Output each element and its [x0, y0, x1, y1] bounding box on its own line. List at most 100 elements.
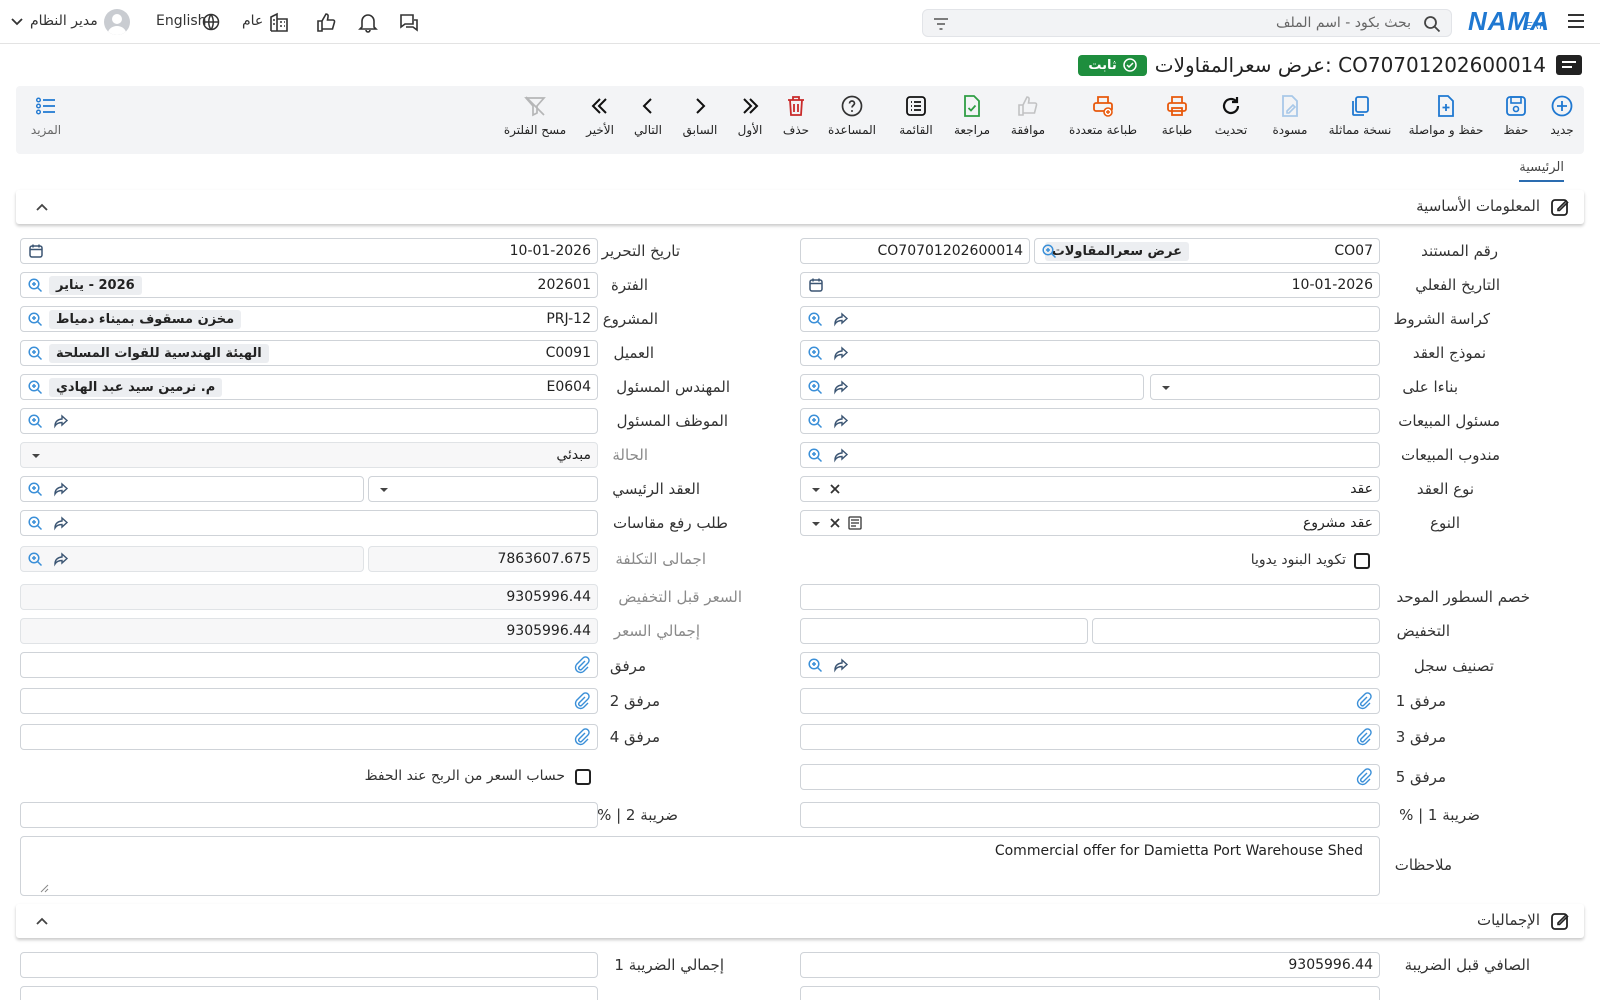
caret-down-icon[interactable] — [811, 519, 821, 529]
calendar-icon[interactable] — [808, 277, 824, 293]
contract-type-select[interactable]: عقد — [800, 476, 1380, 502]
period-field[interactable]: 202601 2026 - يناير — [20, 272, 598, 298]
help-button[interactable]: المساعدة — [822, 94, 882, 146]
previous-button[interactable]: السابق — [678, 94, 722, 146]
new-button[interactable]: جديد — [1542, 94, 1582, 146]
discount-amount-field[interactable] — [800, 618, 1088, 644]
record-class-field[interactable] — [800, 652, 1380, 678]
share-arrow-icon[interactable] — [833, 447, 849, 463]
paperclip-icon[interactable] — [573, 692, 591, 710]
actual-date-field[interactable]: 10-01-2026 — [800, 272, 1380, 298]
filter-icon[interactable] — [933, 16, 949, 32]
attachment3-field[interactable] — [800, 724, 1380, 750]
last-button[interactable]: الأخير — [580, 94, 620, 146]
tax2-field[interactable] — [20, 802, 598, 828]
measurements-request-field[interactable] — [20, 510, 598, 536]
search-plus-icon[interactable] — [807, 447, 823, 463]
menu-icon[interactable] — [1566, 11, 1586, 31]
avatar[interactable] — [104, 9, 130, 35]
search-plus-icon[interactable] — [27, 413, 43, 429]
search-plus-icon[interactable] — [807, 657, 823, 673]
main-contract-field[interactable] — [20, 476, 364, 502]
refresh-button[interactable]: تحديث — [1208, 94, 1254, 146]
share-arrow-icon[interactable] — [833, 413, 849, 429]
customer-field[interactable]: C0091 الهيئة الهندسية للقوات المسلحة — [20, 340, 598, 366]
chevron-up-icon[interactable] — [34, 913, 50, 929]
manual-item-coding-checkbox[interactable] — [1354, 553, 1370, 569]
attachment4-field[interactable] — [20, 724, 598, 750]
clear-x-icon[interactable] — [829, 517, 841, 529]
edit-date-field[interactable]: 10-01-2026 — [20, 238, 598, 264]
search-icon[interactable] — [1423, 15, 1441, 33]
contract-template-field[interactable] — [800, 340, 1380, 366]
caret-down-icon[interactable] — [379, 485, 389, 495]
share-arrow-icon[interactable] — [53, 551, 69, 567]
clear-x-icon[interactable] — [829, 483, 841, 495]
notes-textarea[interactable]: Commercial offer for Damietta Port Wareh… — [20, 836, 1380, 896]
based-on-field[interactable] — [800, 374, 1144, 400]
chat-icon[interactable] — [398, 11, 420, 33]
chevron-up-icon[interactable] — [34, 199, 50, 215]
doc-number-field[interactable]: CO70701202600014 — [800, 238, 1030, 264]
search-plus-icon[interactable] — [807, 311, 823, 327]
duplicate-button[interactable]: نسخة مماثلة — [1324, 94, 1396, 146]
next-button[interactable]: التالي — [628, 94, 668, 146]
employee-field[interactable] — [20, 408, 598, 434]
paperclip-icon[interactable] — [1355, 768, 1373, 786]
search-plus-icon[interactable] — [27, 551, 43, 567]
approve-button[interactable]: موافقة — [1004, 94, 1052, 146]
share-arrow-icon[interactable] — [833, 311, 849, 327]
kind-select[interactable]: عقد مشروع — [800, 510, 1380, 536]
report-icon[interactable] — [847, 515, 863, 531]
attachment2-field[interactable] — [20, 688, 598, 714]
delete-button[interactable]: حذف — [778, 94, 814, 146]
caret-down-icon[interactable] — [31, 451, 41, 461]
share-arrow-icon[interactable] — [833, 345, 849, 361]
list-button[interactable]: القائمة — [892, 94, 940, 146]
search-plus-icon[interactable] — [27, 379, 43, 395]
search-plus-icon[interactable] — [27, 515, 43, 531]
caret-down-icon[interactable] — [811, 485, 821, 495]
paperclip-icon[interactable] — [573, 728, 591, 746]
project-field[interactable]: PRJ-12 مخزن مسقوف بميناء دمياط — [20, 306, 598, 332]
more-button[interactable]: المزيد — [26, 94, 66, 146]
user-name[interactable]: مدير النظام — [30, 13, 98, 29]
doc-code-field[interactable]: CO07 عرض سعرالمقاولات — [1034, 238, 1380, 264]
clear-filter-button[interactable]: مسح الفلترة — [500, 94, 570, 146]
resize-handle-icon[interactable] — [39, 883, 49, 893]
share-arrow-icon[interactable] — [833, 379, 849, 395]
draft-button[interactable]: مسودة — [1264, 94, 1316, 146]
save-continue-button[interactable]: حفظ و مواصلة — [1404, 94, 1488, 146]
tax1-field[interactable] — [800, 802, 1380, 828]
price-from-profit-checkbox[interactable] — [575, 769, 591, 785]
language-switch[interactable]: English — [156, 13, 207, 29]
cost-center-field[interactable] — [20, 546, 364, 572]
main-contract-type-select[interactable] — [368, 476, 598, 502]
attachment1-field[interactable] — [800, 688, 1380, 714]
unified-line-discount-field[interactable] — [800, 584, 1380, 610]
share-arrow-icon[interactable] — [53, 413, 69, 429]
multi-print-button[interactable]: طباعة متعددة — [1060, 94, 1146, 146]
print-button[interactable]: طباعة — [1154, 94, 1200, 146]
share-arrow-icon[interactable] — [53, 515, 69, 531]
search-plus-icon[interactable] — [1041, 243, 1057, 259]
tab-main[interactable]: الرئيسية — [1519, 160, 1564, 182]
search-plus-icon[interactable] — [27, 311, 43, 327]
totals-section-header[interactable]: الإجماليات — [16, 904, 1584, 938]
based-on-type-select[interactable] — [1150, 374, 1380, 400]
first-button[interactable]: الأول — [730, 94, 770, 146]
attachment-field[interactable] — [20, 652, 598, 678]
share-arrow-icon[interactable] — [833, 657, 849, 673]
paperclip-icon[interactable] — [1355, 728, 1373, 746]
sales-rep-field[interactable] — [800, 442, 1380, 468]
attachment5-field[interactable] — [800, 764, 1380, 790]
search-plus-icon[interactable] — [27, 345, 43, 361]
status-select[interactable]: مبدئي — [20, 442, 598, 468]
bell-icon[interactable] — [357, 11, 379, 33]
search-input[interactable] — [971, 10, 1411, 36]
share-arrow-icon[interactable] — [53, 481, 69, 497]
search-plus-icon[interactable] — [27, 481, 43, 497]
discount-percent-field[interactable] — [1092, 618, 1380, 644]
thumbs-up-icon[interactable] — [315, 11, 337, 33]
calendar-icon[interactable] — [28, 243, 44, 259]
